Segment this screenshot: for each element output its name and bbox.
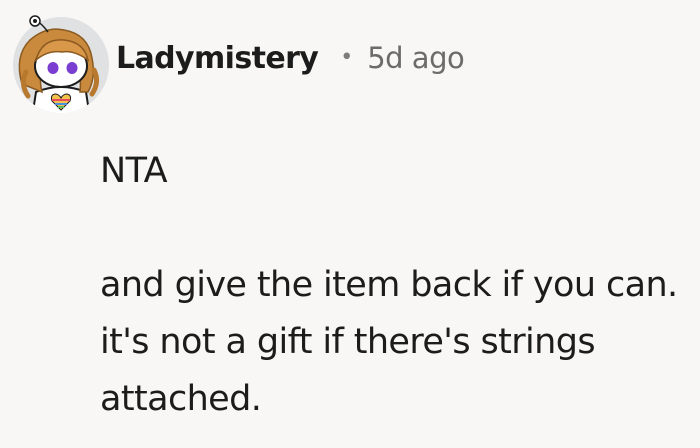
comment-paragraph: NTA: [100, 151, 168, 191]
username-link[interactable]: Ladymistery: [116, 41, 319, 76]
reddit-snoo-avatar-icon: [13, 15, 109, 113]
comment-body: NTA and give the item back if you can. i…: [100, 143, 690, 428]
comment-header: Ladymistery • 5d ago: [116, 34, 465, 82]
user-avatar[interactable]: [8, 12, 114, 118]
comment-timestamp[interactable]: 5d ago: [367, 41, 465, 75]
comment-paragraph: and give the item back if you can. it's …: [100, 265, 678, 419]
comment: Ladymistery • 5d ago NTA and give the it…: [0, 0, 700, 448]
meta-separator: •: [340, 44, 354, 70]
